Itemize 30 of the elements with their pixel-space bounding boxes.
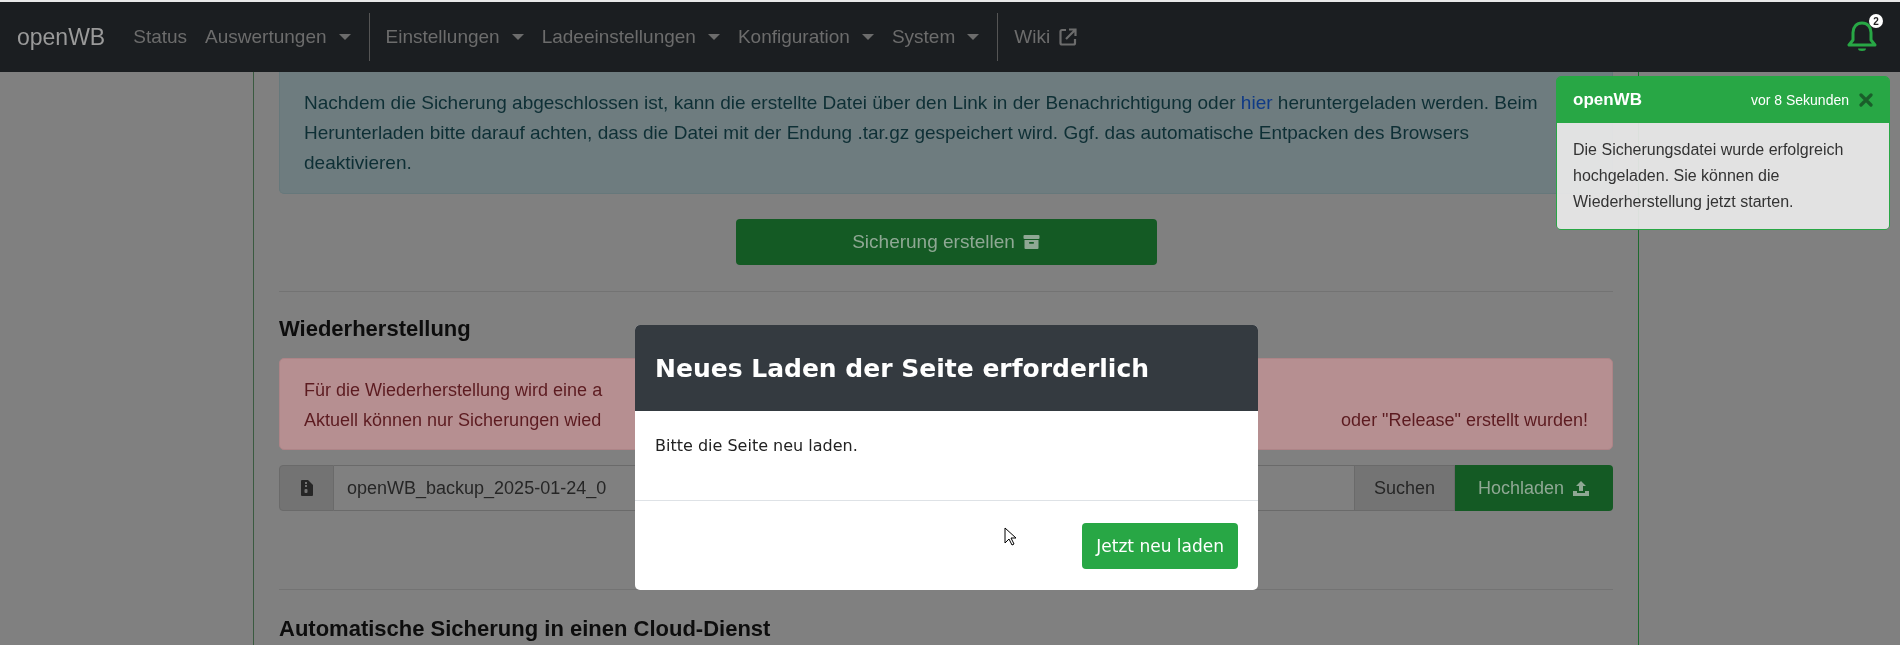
browse-button[interactable]: Suchen [1355,465,1455,511]
toast-time: vor 8 Sekunden [1750,92,1849,108]
file-archive-icon [300,480,313,496]
archive-box-icon [1022,234,1040,250]
upload-icon [1572,479,1591,497]
create-backup-button[interactable]: Sicherung erstellen [735,219,1157,265]
external-link-icon [1058,27,1079,47]
nav-dropdown[interactable]: Ladeeinstellungen [541,26,720,48]
warning-text: Aktuell können nur Sicherungen wied [304,409,603,432]
brand-logo[interactable]: openWB [17,23,106,51]
modal-message: Bitte die Seite neu laden. [655,436,858,455]
modal-title: Neues Laden der Seite erforderlich [655,353,1149,383]
upload-button[interactable]: Hochladen [1455,465,1613,511]
notification-count: 2 [1869,14,1883,28]
nav-dropdown[interactable]: Einstellungen [385,26,524,48]
nav-dropdown[interactable]: Konfiguration [737,26,874,48]
nav-dropdown[interactable]: Auswertungen [205,26,351,48]
mouse-cursor-icon [1004,527,1016,546]
nav-link[interactable]: Wiki [1014,26,1079,48]
toast-message: Die Sicherungsdatei wurde erfolgreich hochgeladen. Sie können die Wiederherstellung jetzt starten. [1573,141,1844,210]
download-link[interactable]: hier [1240,92,1273,113]
warning-text: Für die Wiederherstellung wird eine a [304,379,603,402]
toast-title: openWB [1573,90,1643,110]
nav-link[interactable]: Status [133,26,188,48]
section-heading: Automatische Sicherung in einen Cloud-Dienst [279,616,772,642]
section-heading: Wiederherstellung [279,316,472,342]
close-icon[interactable] [1859,93,1873,107]
warning-text: oder "Release" erstellt wurden! [1341,409,1588,432]
nav-dropdown[interactable]: System [891,26,980,48]
reload-button[interactable]: Jetzt neu laden [1082,522,1238,569]
